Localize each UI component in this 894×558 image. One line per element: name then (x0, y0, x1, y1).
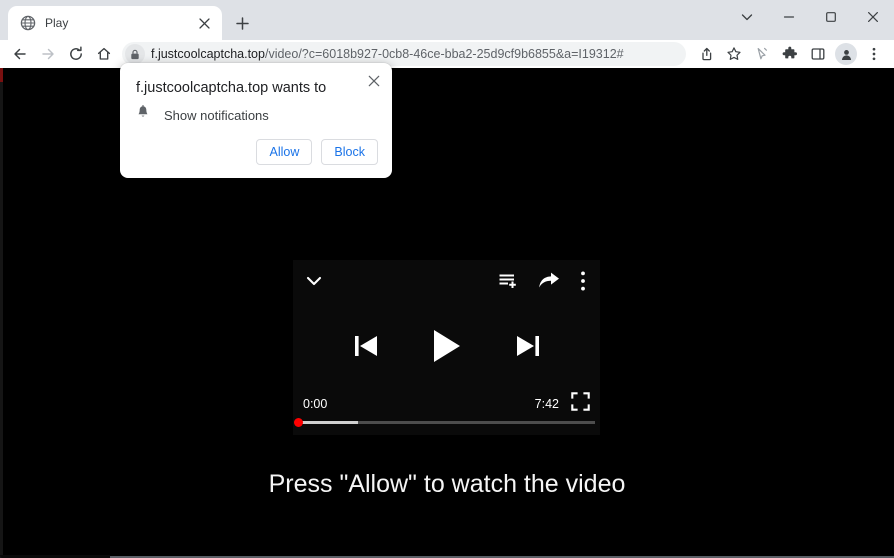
browser-window: Play f.justcoolcaptcha.top/video/?c=6018… (0, 0, 894, 558)
player-bottom-right: 7:42 (535, 392, 590, 416)
player-bottom-bar: 0:00 7:42 (293, 392, 600, 416)
progress-bar[interactable] (293, 417, 600, 427)
share-arrow-icon[interactable] (538, 271, 560, 296)
duration: 7:42 (534, 397, 559, 411)
video-player[interactable]: 0:00 7:42 (293, 260, 600, 435)
url-text: f.justcoolcaptcha.top/video/?c=6018b927-… (151, 47, 624, 61)
dialog-title: f.justcoolcaptcha.top wants to (136, 80, 327, 96)
maximize-button[interactable] (810, 0, 852, 34)
bell-icon (136, 104, 150, 125)
permission-row: Show notifications (136, 104, 269, 125)
next-track-icon[interactable] (514, 331, 542, 366)
extensions-puzzle-icon[interactable] (776, 40, 804, 68)
close-icon[interactable] (364, 71, 384, 91)
close-window-button[interactable] (852, 0, 894, 34)
tab-search-button[interactable] (726, 0, 768, 34)
player-transport-controls (293, 312, 600, 384)
chrome-menu-icon[interactable] (860, 40, 888, 68)
progress-knob[interactable] (294, 417, 303, 427)
globe-icon (20, 15, 36, 31)
profile-avatar-icon[interactable] (835, 43, 857, 65)
player-top-actions (498, 270, 586, 297)
browser-tab[interactable]: Play (8, 6, 222, 40)
minimize-button[interactable] (768, 0, 810, 34)
progress-buffer (298, 420, 358, 424)
tab-title: Play (45, 16, 69, 30)
pen-cursor-icon[interactable] (748, 40, 776, 68)
page-headline: Press "Allow" to watch the video (268, 470, 626, 498)
side-panel-icon[interactable] (804, 40, 832, 68)
window-controls (726, 0, 894, 34)
add-to-queue-icon[interactable] (498, 271, 518, 296)
url-path: /video/?c=6018b927-0cb8-46ce-bba2-25d9cf… (264, 47, 624, 61)
tab-strip: Play (0, 0, 894, 40)
chevron-down-icon[interactable] (303, 270, 325, 297)
notification-permission-dialog: f.justcoolcaptcha.top wants to Show noti… (120, 63, 392, 178)
back-icon[interactable] (6, 40, 34, 68)
previous-track-icon[interactable] (352, 331, 380, 366)
more-vertical-icon[interactable] (580, 270, 586, 297)
lock-icon[interactable] (125, 44, 145, 64)
close-tab-icon[interactable] (194, 13, 214, 33)
new-tab-button[interactable] (228, 9, 256, 37)
forward-icon (34, 40, 62, 68)
dialog-actions: Allow Block (256, 139, 378, 165)
current-time: 0:00 (303, 397, 328, 411)
share-icon[interactable] (692, 40, 720, 68)
url-host: f.justcoolcaptcha.top (151, 47, 265, 61)
player-top-bar (293, 260, 600, 306)
play-icon[interactable] (430, 327, 464, 370)
allow-button[interactable]: Allow (256, 139, 313, 165)
toolbar-right-icons (692, 40, 888, 68)
block-button[interactable]: Block (321, 139, 378, 165)
fullscreen-icon[interactable] (571, 392, 590, 416)
reload-icon[interactable] (62, 40, 90, 68)
bookmark-star-icon[interactable] (720, 40, 748, 68)
home-icon[interactable] (90, 40, 118, 68)
permission-label: Show notifications (164, 107, 269, 123)
